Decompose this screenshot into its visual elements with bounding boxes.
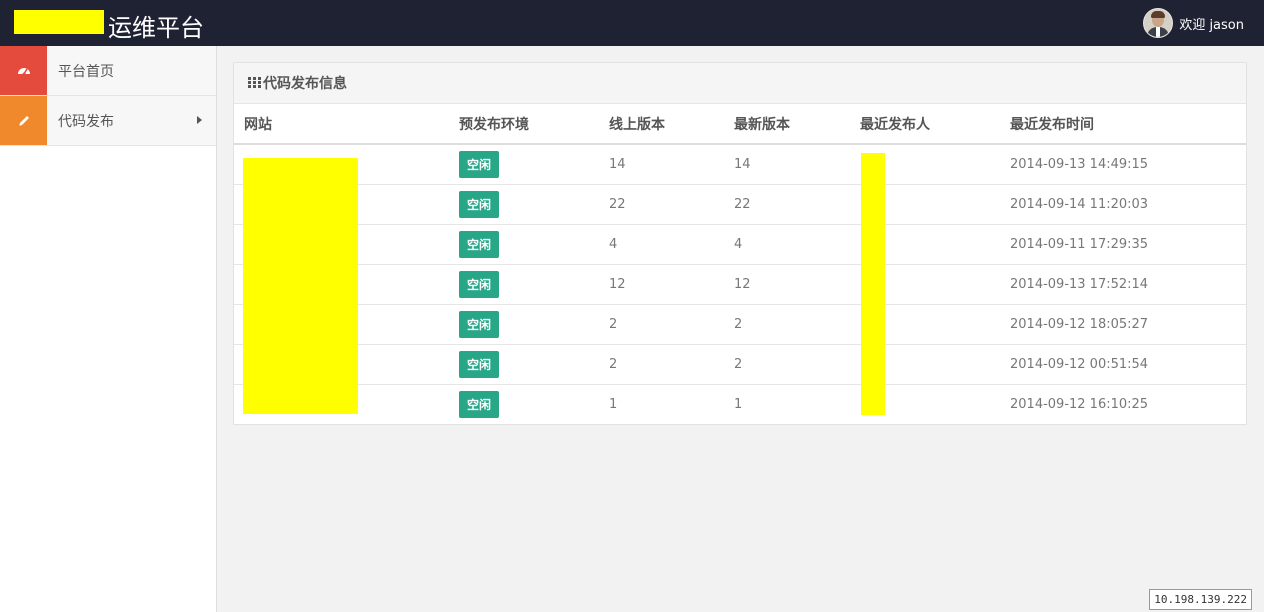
time-cell: 2014-09-13 14:49:15 <box>1000 144 1246 185</box>
status-badge[interactable]: 空闲 <box>459 151 500 178</box>
sidebar-item-code-release[interactable]: 代码发布 <box>0 96 216 146</box>
table-row: 空闲11n2014-09-12 16:10:25 <box>234 385 1246 425</box>
online-version-cell: 1 <box>609 397 618 412</box>
online-version-cell: 22 <box>599 184 724 225</box>
site-redaction <box>243 158 358 414</box>
online-version-cell: 2 <box>599 304 724 345</box>
publisher-redaction <box>861 153 885 415</box>
release-info-panel: 代码发布信息 网站 预发布环境 线上版本 最新版本 最近发布人 最近发布时间 空… <box>233 62 1247 425</box>
env-cell: 空闲 <box>449 224 599 265</box>
status-badge[interactable]: 空闲 <box>459 191 500 218</box>
time-cell: 2014-09-12 18:05:27 <box>1000 304 1246 345</box>
top-navbar: 运维平台 欢迎 jason <box>0 0 1264 46</box>
sidebar-item-label: 平台首页 <box>58 63 114 80</box>
online-version-cell: 14 <box>599 144 724 185</box>
time-cell: 2014-09-14 11:20:03 <box>1000 184 1246 225</box>
column-header-site: 网站 <box>234 104 449 145</box>
latest-version-cell: 4 <box>724 224 850 265</box>
avatar[interactable] <box>1143 8 1174 38</box>
column-header-time: 最近发布时间 <box>1000 104 1246 145</box>
latest-version-cell: 1 <box>734 397 743 412</box>
column-header-env: 预发布环境 <box>449 104 599 145</box>
table-row: 空闲 2 2 2014-09-12 18:05:27 <box>234 304 1246 345</box>
ip-address-label: 10.198.139.222 <box>1149 589 1252 610</box>
time-cell: 2014-09-11 17:29:35 <box>1000 224 1246 265</box>
status-badge[interactable]: 空闲 <box>459 271 500 298</box>
column-header-latest-version: 最新版本 <box>724 104 850 145</box>
table-row: 空闲22n2014-09-12 00:51:54 <box>234 344 1246 385</box>
time-cell: 2014-09-12 16:10:25 <box>1010 397 1149 412</box>
time-cell: 2014-09-13 17:52:14 <box>1000 264 1246 305</box>
latest-version-cell: 12 <box>724 264 850 305</box>
sidebar-item-home[interactable]: 平台首页 <box>0 46 216 96</box>
status-badge[interactable]: 空闲 <box>459 231 500 258</box>
latest-version-cell: 2 <box>724 344 850 385</box>
latest-version-cell: 2 <box>724 304 850 345</box>
online-version-cell: 2 <box>599 344 724 385</box>
chevron-right-icon <box>197 116 202 124</box>
release-table: 网站 预发布环境 线上版本 最新版本 最近发布人 最近发布时间 空闲1414i2… <box>234 104 1246 424</box>
user-greeting[interactable]: 欢迎 jason <box>1179 14 1244 33</box>
table-row: 空闲44n2014-09-11 17:29:35 <box>234 224 1246 265</box>
table-row: 空闲1212i2014-09-13 17:52:14 <box>234 264 1246 305</box>
status-badge[interactable]: 空闲 <box>459 391 500 418</box>
latest-version-cell: 22 <box>724 184 850 225</box>
latest-version-cell: 14 <box>724 144 850 185</box>
table-header-row: 网站 预发布环境 线上版本 最新版本 最近发布人 最近发布时间 <box>234 104 1246 145</box>
user-menu[interactable]: 欢迎 jason <box>1143 8 1244 38</box>
column-header-online-version: 线上版本 <box>599 104 724 145</box>
env-cell: 空闲 <box>449 385 599 425</box>
online-version-cell: 12 <box>599 264 724 305</box>
sidebar-item-label: 代码发布 <box>58 113 114 130</box>
dashboard-icon <box>0 46 47 95</box>
table-row: 空闲2222n2014-09-14 11:20:03 <box>234 184 1246 225</box>
online-version-cell: 4 <box>599 224 724 265</box>
time-cell: 2014-09-12 00:51:54 <box>1000 344 1246 385</box>
env-cell: 空闲 <box>449 264 599 305</box>
app-title[interactable]: 运维平台 <box>108 8 204 43</box>
brand-redaction <box>14 10 104 34</box>
env-cell: 空闲 <box>449 144 599 185</box>
panel-title: 代码发布信息 <box>263 76 347 92</box>
grid-icon <box>248 77 261 89</box>
env-cell: 空闲 <box>449 184 599 225</box>
pencil-icon <box>0 96 47 145</box>
status-badge[interactable]: 空闲 <box>459 351 500 378</box>
env-cell: 空闲 <box>449 304 599 345</box>
status-badge[interactable]: 空闲 <box>459 311 500 338</box>
env-cell: 空闲 <box>449 344 599 385</box>
panel-header: 代码发布信息 <box>234 63 1246 104</box>
table-row: 空闲1414i2014-09-13 14:49:15 <box>234 144 1246 185</box>
sidebar: 平台首页 代码发布 <box>0 46 217 612</box>
column-header-publisher: 最近发布人 <box>850 104 1000 145</box>
